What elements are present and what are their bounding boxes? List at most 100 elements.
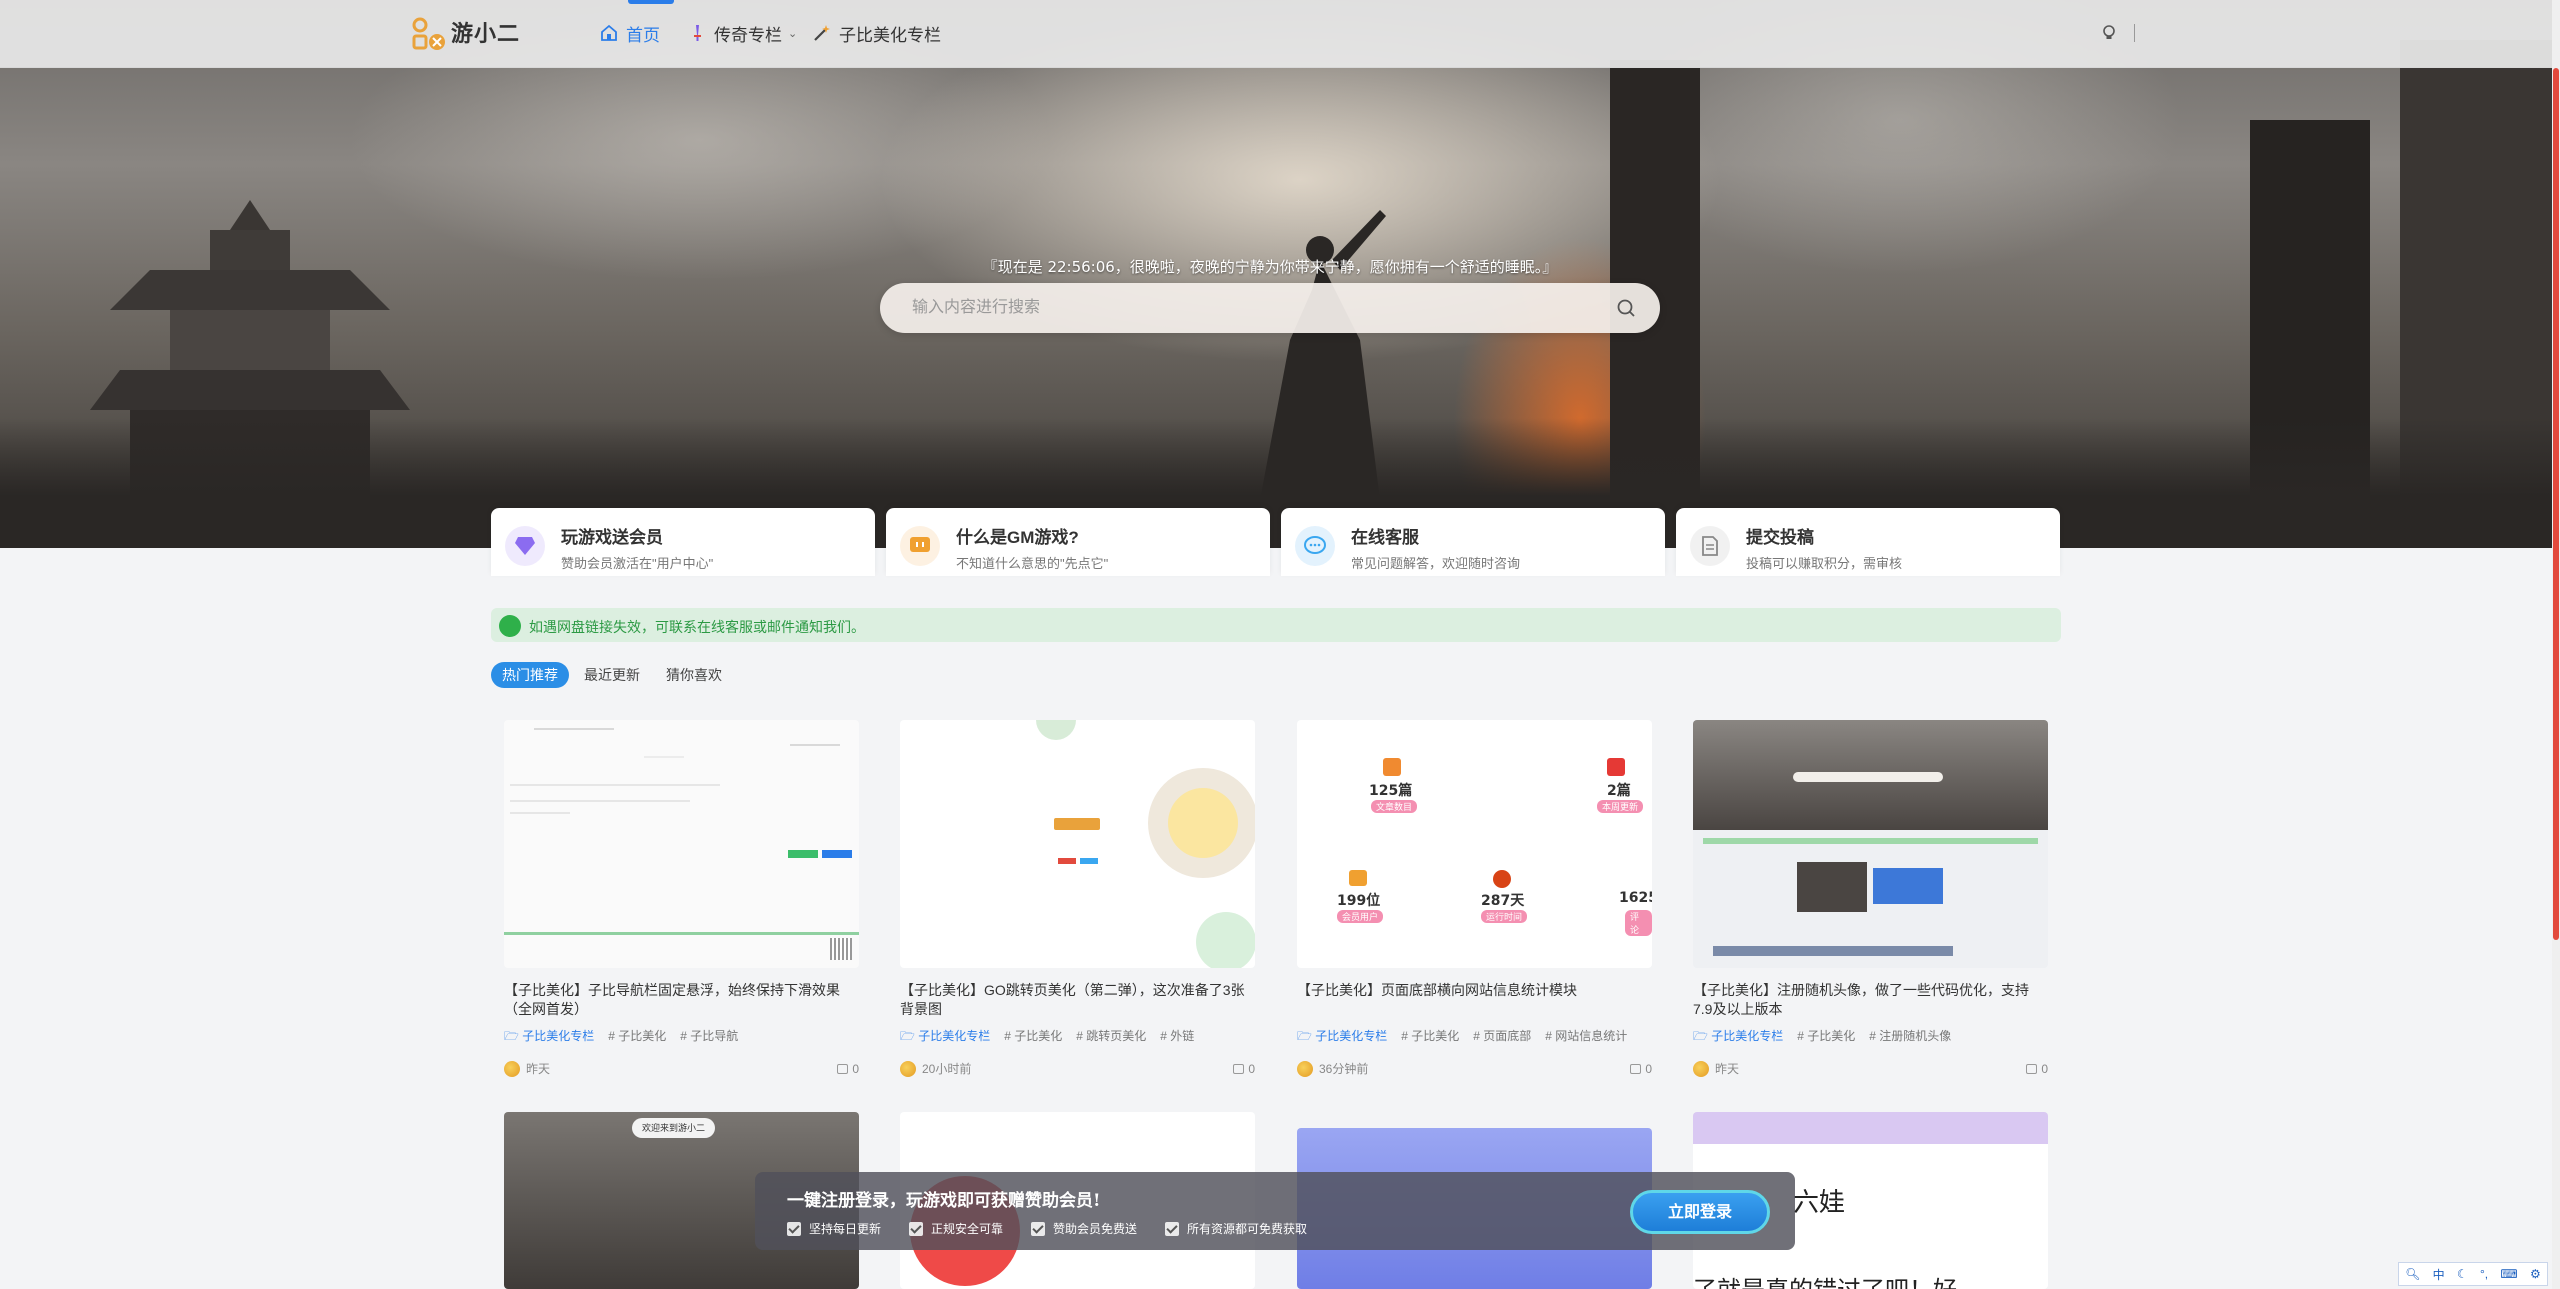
promo-check-label: 赞助会员免费送 xyxy=(1053,1222,1138,1236)
post-card[interactable]: 【子比美化】注册随机头像，做了一些代码优化，支持7.9及以上版本 🗁 子比美化专… xyxy=(1693,720,2048,1077)
post-tag[interactable]: # 页面底部 xyxy=(1473,1027,1531,1048)
ime-language-label[interactable]: 中 xyxy=(2433,1266,2445,1283)
post-title[interactable]: 【子比美化】子比导航栏固定悬浮，始终保持下滑效果（全网首发） xyxy=(504,981,859,1019)
nav-item-legend-column[interactable]: 传奇专栏 ⌄ xyxy=(688,20,797,46)
login-button[interactable]: 立即登录 xyxy=(1630,1190,1770,1234)
ime-punctuation-icon[interactable]: °, xyxy=(2480,1267,2488,1281)
post-tags: 🗁 子比美化专栏 # 子比美化 # 注册随机头像 xyxy=(1693,1027,2048,1048)
document-icon xyxy=(1690,526,1730,566)
tab-hot[interactable]: 热门推荐 xyxy=(491,662,569,688)
post-tabs: 热门推荐 最近更新 猜你喜欢 xyxy=(491,661,737,689)
logo-icon xyxy=(412,17,445,50)
post-category[interactable]: 🗁 子比美化专栏 xyxy=(1693,1027,1783,1048)
post-thumbnail[interactable] xyxy=(1693,720,2048,968)
post-card[interactable]: 【子比美化】GO跳转页美化（第二弹），这次准备了3张背景图 🗁 子比美化专栏 #… xyxy=(900,720,1255,1077)
post-card[interactable]: 【子比美化】子比导航栏固定悬浮，始终保持下滑效果（全网首发） 🗁 子比美化专栏 … xyxy=(504,720,859,1077)
post-category[interactable]: 🗁 子比美化专栏 xyxy=(504,1027,594,1048)
search-icon[interactable] xyxy=(1616,298,1636,318)
thumb-button xyxy=(788,850,818,858)
author-avatar[interactable] xyxy=(504,1060,520,1077)
thumb-button xyxy=(1058,858,1076,864)
thumb-button xyxy=(1080,858,1098,864)
comment-icon xyxy=(837,1063,849,1074)
login-promo-checklist: 坚持每日更新 正规安全可靠 赞助会员免费送 所有资源都可免费获取 xyxy=(787,1220,1307,1237)
magic-wand-icon xyxy=(814,25,830,41)
post-thumbnail[interactable] xyxy=(900,720,1255,968)
nav-item-zibi-column[interactable]: 子比美化专栏 xyxy=(813,20,941,46)
feature-card-gm[interactable]: 什么是GM游戏? 不知道什么意思的"先点它" xyxy=(886,508,1270,576)
post-tag[interactable]: # 子比导航 xyxy=(680,1027,738,1048)
crown-icon xyxy=(1349,870,1367,886)
post-title[interactable]: 【子比美化】注册随机头像，做了一些代码优化，支持7.9及以上版本 xyxy=(1693,981,2048,1019)
nav-item-label: 子比美化专栏 xyxy=(839,25,941,45)
author-avatar[interactable] xyxy=(1297,1060,1313,1077)
post-tag[interactable]: # 子比美化 xyxy=(1401,1027,1459,1048)
post-tag[interactable]: # 子比美化 xyxy=(1797,1027,1855,1048)
comment-count: 0 xyxy=(1645,1061,1652,1076)
feature-title: 在线客服 xyxy=(1351,528,1419,547)
checkbox-icon xyxy=(1031,1221,1046,1236)
stat-badge: 运行时间 xyxy=(1481,910,1528,923)
post-tag[interactable]: # 子比美化 xyxy=(608,1027,666,1048)
promo-check-item: 所有资源都可免费获取 xyxy=(1165,1220,1307,1237)
diamond-icon xyxy=(505,526,545,566)
thumb-line xyxy=(510,812,570,814)
thumb-button xyxy=(822,850,852,858)
promo-check-label: 正规安全可靠 xyxy=(931,1222,1004,1236)
site-logo[interactable]: 游小二 xyxy=(411,14,531,54)
post-tag[interactable]: # 注册随机头像 xyxy=(1869,1027,1951,1048)
ime-search-icon[interactable]: 🔍︎ xyxy=(2405,1267,2420,1281)
checkbox-icon xyxy=(909,1221,924,1236)
theme-toggle-bulb-icon[interactable] xyxy=(2101,24,2117,42)
promo-check-item: 赞助会员免费送 xyxy=(1031,1220,1137,1237)
nav-item-home[interactable]: 首页 xyxy=(600,20,660,46)
thumb-decor-circle xyxy=(1168,788,1238,858)
stat-badge: 会员用户 xyxy=(1337,910,1384,923)
post-card[interactable]: 125篇 文章数目 2篇 本周更新 199位 会员用户 287天 运行时间 16… xyxy=(1297,720,1652,1077)
post-time: 36分钟前 xyxy=(1319,1062,1369,1076)
home-icon xyxy=(601,24,617,41)
post-thumbnail[interactable] xyxy=(504,720,859,968)
post-thumbnail[interactable]: 125篇 文章数目 2篇 本周更新 199位 会员用户 287天 运行时间 16… xyxy=(1297,720,1652,968)
feature-card-support[interactable]: 在线客服 常见问题解答，欢迎随时咨询 xyxy=(1281,508,1665,576)
feature-title: 玩游戏送会员 xyxy=(561,528,663,547)
thumb-footer-bar xyxy=(504,932,859,935)
post-category[interactable]: 🗁 子比美化专栏 xyxy=(1297,1027,1387,1048)
stat-value: 2篇 xyxy=(1607,783,1631,799)
ime-keyboard-icon[interactable]: ⌨ xyxy=(2500,1267,2517,1281)
ime-toolbar[interactable]: 🔍︎ 中 ☾ °, ⌨ ⚙ xyxy=(2398,1262,2548,1286)
feature-card-submit[interactable]: 提交投稿 投稿可以赚取积分，需审核 xyxy=(1676,508,2060,576)
page-scrollbar-thumb[interactable] xyxy=(2553,68,2559,940)
post-category[interactable]: 🗁 子比美化专栏 xyxy=(900,1027,990,1048)
thumb-line xyxy=(510,784,720,786)
post-tags: 🗁 子比美化专栏 # 子比美化 # 页面底部 # 网站信息统计 xyxy=(1297,1027,1652,1048)
tab-guess[interactable]: 猜你喜欢 xyxy=(655,662,733,688)
notice-icon xyxy=(499,615,521,637)
ime-settings-icon[interactable]: ⚙ xyxy=(2530,1267,2541,1281)
post-tag[interactable]: # 网站信息统计 xyxy=(1545,1027,1627,1048)
feature-card-vip[interactable]: 玩游戏送会员 赞助会员激活在"用户中心" xyxy=(491,508,875,576)
author-avatar[interactable] xyxy=(1693,1060,1709,1077)
post-tag[interactable]: # 跳转页美化 xyxy=(1076,1027,1146,1048)
thumb-search xyxy=(1793,772,1943,782)
thumb-footer-bar xyxy=(1713,946,1953,956)
sword-icon xyxy=(694,25,701,41)
ime-moon-icon[interactable]: ☾ xyxy=(2457,1267,2468,1281)
tab-recent[interactable]: 最近更新 xyxy=(573,662,651,688)
post-tag[interactable]: # 外链 xyxy=(1160,1027,1194,1048)
comment-count: 0 xyxy=(1248,1061,1255,1076)
post-tags: 🗁 子比美化专栏 # 子比美化 # 子比导航 xyxy=(504,1027,859,1048)
notice-text: 如遇网盘链接失效，可联系在线客服或邮件通知我们。 xyxy=(529,619,865,635)
post-title[interactable]: 【子比美化】GO跳转页美化（第二弹），这次准备了3张背景图 xyxy=(900,981,1255,1019)
hero-greeting: 『现在是 22:56:06，很晚啦，夜晚的宁静为你带来宁静，愿你拥有一个舒适的睡… xyxy=(982,258,1558,276)
author-avatar[interactable] xyxy=(900,1060,916,1077)
thumb-text: 了就是真的错过了吧！好 xyxy=(1693,1270,1957,1289)
qr-code-icon xyxy=(830,938,852,960)
logo-title: 游小二 xyxy=(451,21,521,46)
post-title[interactable]: 【子比美化】页面底部横向网站信息统计模块 xyxy=(1297,981,1652,1019)
post-category-label: 子比美化专栏 xyxy=(918,1029,991,1043)
post-tag[interactable]: # 子比美化 xyxy=(1004,1027,1062,1048)
comment-icon xyxy=(2026,1063,2038,1074)
search-input[interactable] xyxy=(912,283,1592,333)
promo-check-item: 坚持每日更新 xyxy=(787,1220,881,1237)
